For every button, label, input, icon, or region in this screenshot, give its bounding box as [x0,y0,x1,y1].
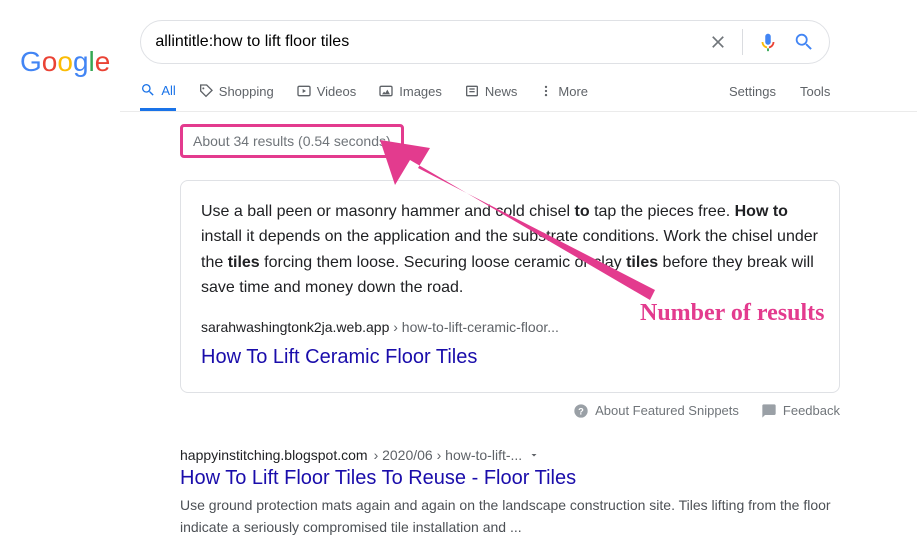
result-snippet: Use ground protection mats again and aga… [180,494,840,538]
settings-link[interactable]: Settings [729,84,776,99]
tab-label: Videos [317,84,357,99]
search-result: happyinstitching.blogspot.com › 2020/06 … [180,447,840,538]
tab-label: More [558,84,588,99]
tab-videos[interactable]: Videos [296,82,357,110]
svg-text:?: ? [578,406,584,416]
search-small-icon [140,82,156,98]
about-snippets-link[interactable]: ? About Featured Snippets [573,403,739,419]
tools-link[interactable]: Tools [800,84,830,99]
news-icon [464,83,480,99]
result-title-link[interactable]: How To Lift Floor Tiles To Reuse - Floor… [180,467,840,490]
tab-label: Shopping [219,84,274,99]
help-icon: ? [573,403,589,419]
tab-label: All [161,83,175,98]
play-icon [296,83,312,99]
feedback-link[interactable]: Feedback [761,403,840,419]
featured-snippet: Use a ball peen or masonry hammer and co… [180,180,840,393]
clear-icon[interactable] [708,32,728,52]
tab-shopping[interactable]: Shopping [198,82,274,110]
result-title-link[interactable]: How To Lift Ceramic Floor Tiles [201,342,819,374]
tab-label: Images [399,84,442,99]
chevron-down-icon[interactable] [528,449,540,461]
google-logo[interactable]: Google [20,46,110,78]
tab-label: News [485,84,518,99]
tag-icon [198,83,214,99]
tab-news[interactable]: News [464,82,518,110]
tab-more[interactable]: More [539,82,588,110]
more-icon [539,83,553,99]
result-cite: happyinstitching.blogspot.com › 2020/06 … [180,447,840,463]
image-icon [378,83,394,99]
result-stats: About 34 results (0.54 seconds) [180,124,404,158]
search-input[interactable] [155,33,708,51]
tab-all[interactable]: All [140,82,175,111]
mic-icon[interactable] [757,31,779,53]
search-bar[interactable] [140,20,830,64]
search-icon[interactable] [793,31,815,53]
feedback-icon [761,403,777,419]
tab-images[interactable]: Images [378,82,442,110]
result-cite: sarahwashingtonk2ja.web.app › how-to-lif… [201,316,819,338]
